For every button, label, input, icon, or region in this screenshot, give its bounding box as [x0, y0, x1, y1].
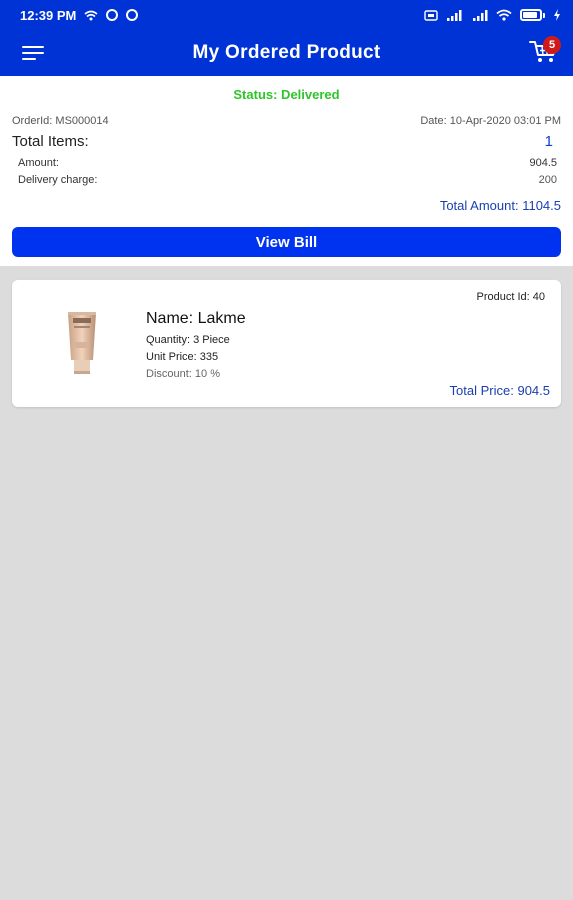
menu-button[interactable] [0, 30, 60, 76]
view-bill-button[interactable]: View Bill [12, 227, 561, 257]
product-quantity: Quantity: 3 Piece [146, 334, 230, 346]
total-items-value: 1 [544, 133, 553, 150]
status-bar-right [424, 9, 561, 21]
menu-icon [22, 46, 44, 48]
product-tube-image [62, 310, 102, 376]
circle-icon [106, 9, 119, 21]
sim-icon [424, 9, 438, 21]
status-bar: 12:39 PM [0, 0, 573, 30]
delivery-charge-label: Delivery charge: [18, 174, 98, 186]
total-items-label: Total Items: [12, 133, 89, 150]
amount-label: Amount: [18, 157, 59, 169]
product-card[interactable]: Product Id: 40 Name: Lakme Quantity: 3 P… [12, 280, 561, 407]
signal-icon [472, 9, 488, 21]
order-id: OrderId: MS000014 [12, 115, 109, 127]
wifi-icon [84, 10, 98, 21]
product-name: Name: Lakme [146, 310, 246, 327]
total-amount: Total Amount: 1104.5 [439, 198, 561, 213]
cart-button[interactable]: 5 [513, 30, 573, 76]
battery-fill [523, 12, 538, 18]
product-unit-price: Unit Price: 335 [146, 351, 219, 363]
status-time: 12:39 PM [20, 7, 77, 23]
status-bar-left: 12:39 PM [20, 7, 139, 23]
delivery-charge-value: 200 [538, 174, 557, 186]
product-id: Product Id: 40 [476, 291, 546, 303]
cart-badge: 5 [543, 36, 561, 54]
signal-icon [446, 9, 464, 21]
order-date: Date: 10-Apr-2020 03:01 PM [420, 115, 561, 127]
product-discount: Discount: 10 % [146, 368, 220, 380]
order-status: Status: Delivered [233, 87, 340, 102]
app-bar: My Ordered Product 5 [0, 30, 573, 76]
product-total-price: Total Price: 904.5 [449, 383, 550, 398]
wifi-icon [496, 9, 512, 21]
circle-icon [126, 9, 139, 21]
order-summary-panel: Status: Delivered OrderId: MS000014 Date… [0, 76, 573, 266]
page-title: My Ordered Product [192, 42, 381, 63]
amount-value: 904.5 [529, 157, 557, 169]
charging-icon [553, 9, 561, 21]
battery-icon [520, 9, 545, 21]
